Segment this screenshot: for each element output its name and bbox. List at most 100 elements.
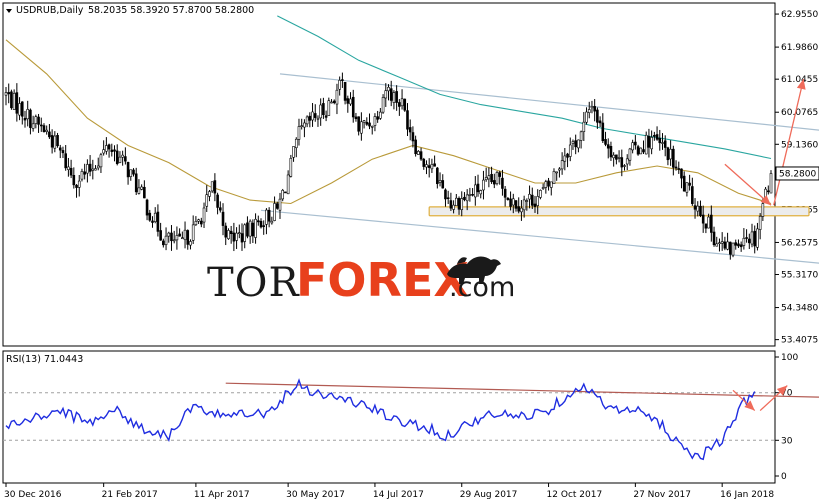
candle-body xyxy=(661,142,664,144)
candle-body xyxy=(710,214,713,233)
candle-body xyxy=(256,220,260,223)
candle-body xyxy=(669,148,672,160)
price-tick-label: 61.9860 xyxy=(781,43,818,53)
candle-body xyxy=(61,150,65,154)
candle-body xyxy=(246,222,249,237)
candle-body xyxy=(482,179,485,191)
candle-body xyxy=(289,158,293,177)
candle-body xyxy=(560,160,564,170)
candle-body xyxy=(555,171,558,174)
candle-body xyxy=(636,146,640,155)
candle-body xyxy=(549,181,553,188)
candle-body xyxy=(37,116,40,125)
candle-body xyxy=(408,127,412,133)
candle-body xyxy=(715,243,719,247)
candle-body xyxy=(745,237,748,239)
candle-body xyxy=(373,116,377,126)
candle-body xyxy=(224,225,228,238)
candle-body xyxy=(658,137,662,144)
candle-body xyxy=(756,228,759,248)
candle-body xyxy=(148,212,152,221)
candle-body xyxy=(191,224,195,241)
candle-body xyxy=(742,237,746,246)
price-tick-label: 62.9550 xyxy=(781,10,818,20)
candle-body xyxy=(248,220,252,237)
candle-body xyxy=(23,117,27,121)
candle-body xyxy=(468,194,472,196)
candle-body xyxy=(343,82,347,101)
candle-body xyxy=(164,235,168,245)
candle-body xyxy=(107,144,111,150)
candle-body xyxy=(294,138,298,149)
candle-body xyxy=(612,154,615,159)
candle-body xyxy=(685,182,689,193)
candle-body xyxy=(701,214,705,224)
candle-body xyxy=(15,92,19,114)
candle-body xyxy=(479,190,483,195)
candle-body xyxy=(178,233,181,237)
candle-body xyxy=(457,198,461,210)
candle-body xyxy=(639,147,643,155)
candle-body xyxy=(601,122,605,142)
candle-body xyxy=(541,187,545,189)
candle-body xyxy=(365,121,369,125)
candle-body xyxy=(691,186,694,204)
candle-body xyxy=(398,102,401,107)
time-tick-label: 27 Nov 2017 xyxy=(633,490,691,500)
candle-body xyxy=(115,150,119,165)
candle-body xyxy=(707,216,710,229)
candle-body xyxy=(566,153,569,158)
candle-body xyxy=(446,197,450,200)
candle-body xyxy=(324,115,328,118)
candle-body xyxy=(313,113,317,118)
candle-body xyxy=(530,194,534,206)
candle-body xyxy=(153,212,157,222)
candle-body xyxy=(118,156,122,163)
candle-body xyxy=(604,139,607,145)
candle-body xyxy=(381,97,385,113)
candle-body xyxy=(94,168,97,171)
candle-body xyxy=(88,163,92,172)
candle-body xyxy=(31,123,35,129)
candle-body xyxy=(10,91,13,109)
candle-body xyxy=(596,109,599,123)
candle-body xyxy=(145,199,149,216)
candle-body xyxy=(568,144,572,157)
candle-body xyxy=(460,198,464,210)
candle-body xyxy=(598,120,602,124)
candle-body xyxy=(262,225,266,227)
candle-body xyxy=(720,241,724,244)
candle-body xyxy=(677,168,681,170)
candle-body xyxy=(449,200,453,209)
time-tick-label: 30 May 2017 xyxy=(286,490,345,500)
candle-body xyxy=(739,244,743,248)
candle-body xyxy=(181,237,184,240)
candle-body xyxy=(186,230,190,245)
candle-body xyxy=(511,198,515,206)
candle-body xyxy=(346,98,350,104)
candle-body xyxy=(235,232,238,241)
candle-body xyxy=(351,96,355,118)
price-tick-label: 53.4075 xyxy=(781,336,818,346)
candle-body xyxy=(202,207,206,223)
rsi-label: RSI(13) 71.0443 xyxy=(6,354,83,365)
candle-body xyxy=(509,198,512,207)
candle-body xyxy=(644,134,648,155)
price-tick-label: 55.3170 xyxy=(781,271,818,281)
candle-body xyxy=(384,90,388,99)
candle-body xyxy=(422,158,426,167)
candle-body xyxy=(77,180,81,188)
candle-body xyxy=(517,206,521,212)
candle-body xyxy=(370,125,374,128)
candle-body xyxy=(210,181,214,192)
candle-body xyxy=(430,164,434,170)
candle-body xyxy=(731,242,735,256)
candle-body xyxy=(259,220,263,228)
candle-body xyxy=(465,194,469,202)
candle-body xyxy=(628,148,632,161)
candle-body xyxy=(254,218,257,238)
candle-body xyxy=(175,235,179,241)
candle-body xyxy=(663,140,667,148)
candle-body xyxy=(265,209,268,225)
price-tick-label: 56.2575 xyxy=(781,238,818,248)
